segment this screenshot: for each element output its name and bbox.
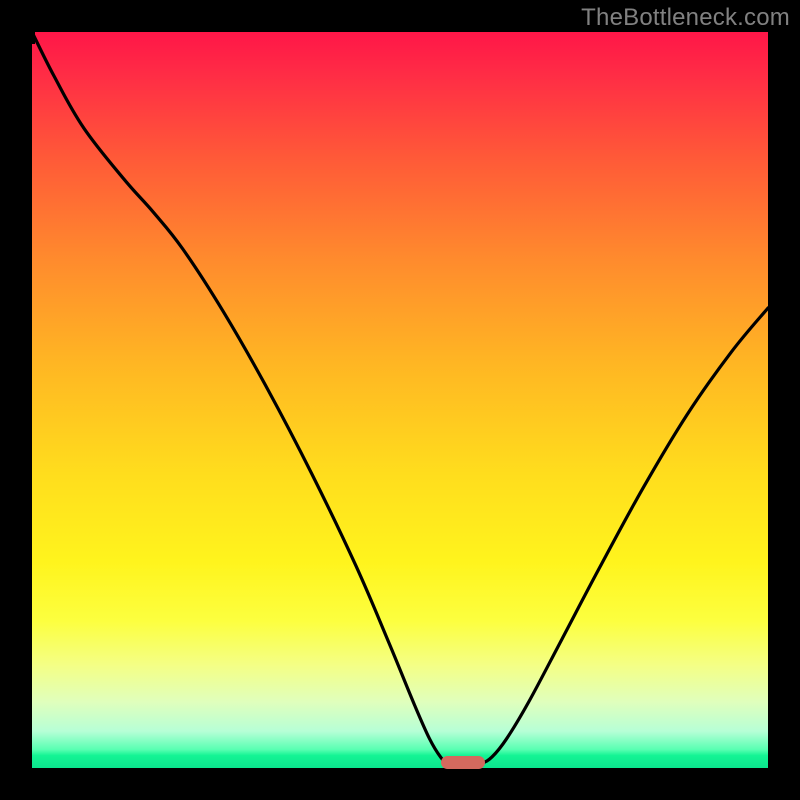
curve-svg: [32, 32, 768, 768]
minimum-marker: [441, 756, 485, 769]
bottleneck-curve: [32, 32, 768, 766]
chart-area: [32, 32, 768, 768]
watermark-text: TheBottleneck.com: [581, 4, 790, 32]
